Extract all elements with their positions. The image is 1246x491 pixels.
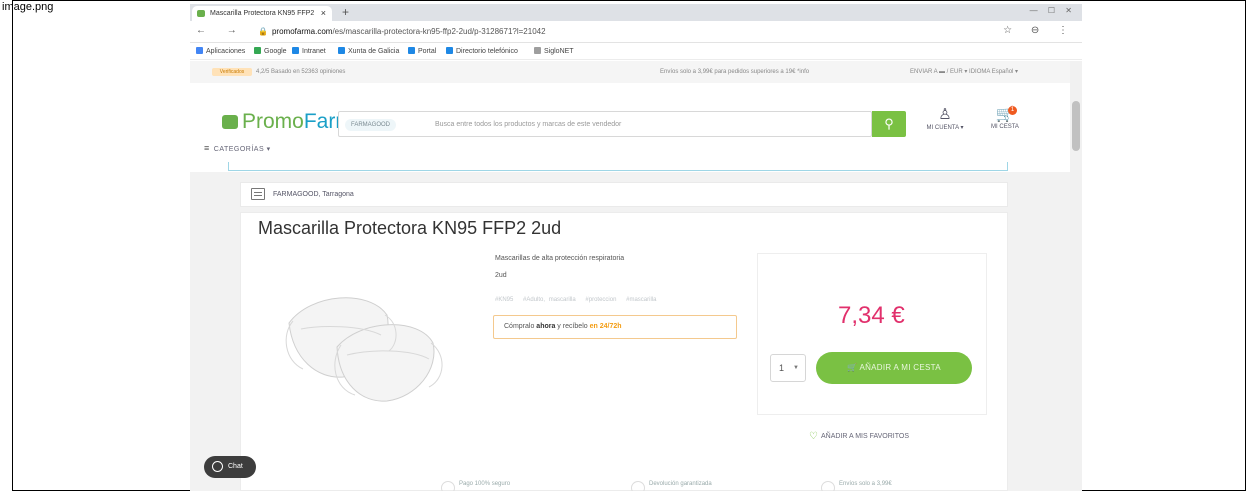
benefits-row: Pago 100% seguro Devolución garantizada … — [441, 481, 1001, 491]
account-label: MI CUENTA ▾ — [926, 125, 964, 131]
product-tags: #KN95 #Adulto, mascarilla #proteccion #m… — [495, 297, 662, 303]
shipping-icon — [821, 481, 835, 491]
cart-icon: 🛒 1 — [980, 106, 1030, 124]
screenshot-page: image.png Mascarilla Protectora KN95 FFP… — [0, 0, 1246, 491]
hamburger-icon: ≡ — [204, 143, 210, 153]
cart-count-badge: 1 — [1008, 106, 1017, 115]
benefit-item: Envíos solo a 3,99€ — [821, 481, 892, 491]
bookmark-directorio[interactable]: Directorio telefónico — [446, 44, 518, 60]
seller-name: FARMAGOOD, Tarragona — [273, 191, 354, 198]
add-to-cart-button[interactable]: 🛒 AÑADIR A MI CESTA — [816, 352, 972, 384]
tag[interactable]: #mascarilla — [626, 297, 656, 303]
site-header: PromoFarma FARMAGOOD Busca entre todos l… — [190, 84, 1070, 162]
scrollbar-thumb[interactable] — [1072, 101, 1080, 151]
main-content: FARMAGOOD, Tarragona Mascarilla Protecto… — [190, 172, 1070, 491]
url-path: /es/mascarilla-protectora-kn95-ffp2-2ud/… — [332, 27, 546, 36]
product-description: Mascarillas de alta protección respirato… — [495, 255, 625, 262]
product-image[interactable] — [281, 285, 451, 405]
bookmark-siglonet[interactable]: SigloNET — [534, 44, 574, 60]
bookmarks-bar: Aplicaciones Google Intranet Xunta de Ga… — [190, 44, 1082, 60]
chat-icon — [212, 461, 223, 472]
shipping-info[interactable]: Envíos solo a 3,99€ para pedidos superio… — [660, 61, 809, 83]
search-button[interactable]: ⚲ — [872, 111, 906, 137]
categories-menu[interactable]: ≡ CATEGORÍAS ▾ — [204, 143, 271, 153]
seller-filter-chip[interactable]: FARMAGOOD — [345, 119, 397, 131]
site-topbar: Verificados 4,2/5 Basado en 52363 opinio… — [190, 61, 1070, 83]
cart-label: MI CESTA — [991, 124, 1019, 130]
quantity-select[interactable]: 1 ▼ — [770, 354, 806, 382]
return-icon — [631, 481, 645, 491]
cart-button[interactable]: 🛒 1 MI CESTA — [980, 106, 1030, 130]
seller-bar[interactable]: FARMAGOOD, Tarragona — [240, 182, 1008, 207]
tab-close-icon[interactable]: × — [321, 6, 326, 21]
new-tab-button[interactable]: + — [342, 5, 349, 19]
account-menu[interactable]: ♙ MI CUENTA ▾ — [920, 106, 970, 131]
bookmark-apps[interactable]: Aplicaciones — [196, 44, 245, 60]
locale-selector[interactable]: ENVIAR A ▬ / EUR ▾ IDIOMA Español ▾ — [910, 61, 1018, 83]
bookmark-google[interactable]: Google — [254, 44, 287, 60]
browser-window: Mascarilla Protectora KN95 FFP2 × + — ☐ … — [190, 4, 1082, 491]
tag[interactable]: #proteccion — [585, 297, 616, 303]
product-price: 7,34 € — [838, 302, 905, 329]
bookmark-portal[interactable]: Portal — [408, 44, 436, 60]
secure-payment-icon — [441, 481, 455, 491]
address-bar-actions[interactable]: ☆ ⊖ ⋮ — [1003, 25, 1076, 36]
search-placeholder: Busca entre todos los productos y marcas… — [435, 121, 622, 128]
address-bar: ← → C 🔒 promofarma.com/es/mascarilla-prot… — [190, 21, 1082, 43]
logo-mark-icon — [222, 115, 238, 129]
store-icon — [251, 188, 265, 200]
price-box: 7,34 € 1 ▼ 🛒 AÑADIR A MI CESTA — [757, 253, 987, 415]
search-input[interactable]: FARMAGOOD Busca entre todos los producto… — [338, 111, 872, 137]
chevron-down-icon: ▼ — [793, 365, 799, 371]
url-domain: promofarma.com — [271, 27, 333, 36]
product-title: Mascarilla Protectora KN95 FFP2 2ud — [258, 218, 562, 238]
product-quantity-text: 2ud — [495, 272, 507, 279]
promo-strip — [228, 162, 1008, 171]
page-scrollbar[interactable] — [1070, 61, 1082, 491]
cart-icon: 🛒 — [847, 363, 860, 372]
chat-button[interactable]: Chat — [204, 456, 256, 478]
rating-text: 4,2/5 Basado en 52363 opiniones — [256, 69, 346, 75]
tab-title: Mascarilla Protectora KN95 FFP2 — [210, 10, 315, 17]
bookmark-xunta[interactable]: Xunta de Galicia — [338, 44, 399, 60]
tab-strip: Mascarilla Protectora KN95 FFP2 × + — ☐ … — [190, 4, 1082, 21]
benefit-item: Pago 100% seguro — [441, 481, 510, 491]
promofarma-favicon — [197, 10, 205, 17]
verified-reviews-badge[interactable]: Verificados — [212, 68, 252, 76]
search-icon: ⚲ — [884, 116, 894, 131]
benefit-item: Devolución garantizada — [631, 481, 712, 491]
user-icon: ♙ — [938, 106, 952, 123]
tag[interactable]: #KN95 — [495, 297, 513, 303]
product-card: Mascarilla Protectora KN95 FFP2 2ud Masc… — [240, 212, 1008, 491]
browser-tab[interactable]: Mascarilla Protectora KN95 FFP2 × — [192, 6, 332, 21]
heart-icon: ♡ — [809, 431, 818, 442]
window-controls[interactable]: — ☐ ✕ — [1030, 6, 1076, 15]
add-to-favorites-link[interactable]: ♡ AÑADIR A MIS FAVORITOS — [809, 431, 909, 442]
bookmark-intranet[interactable]: Intranet — [292, 44, 326, 60]
delivery-info: Cómpralo ahora y recíbelo en 24/72h — [493, 315, 737, 339]
tag[interactable]: #Adulto, mascarilla — [523, 297, 576, 303]
url-field[interactable]: 🔒 promofarma.com/es/mascarilla-protectora… — [258, 24, 998, 40]
lock-icon: 🔒 — [258, 27, 268, 36]
